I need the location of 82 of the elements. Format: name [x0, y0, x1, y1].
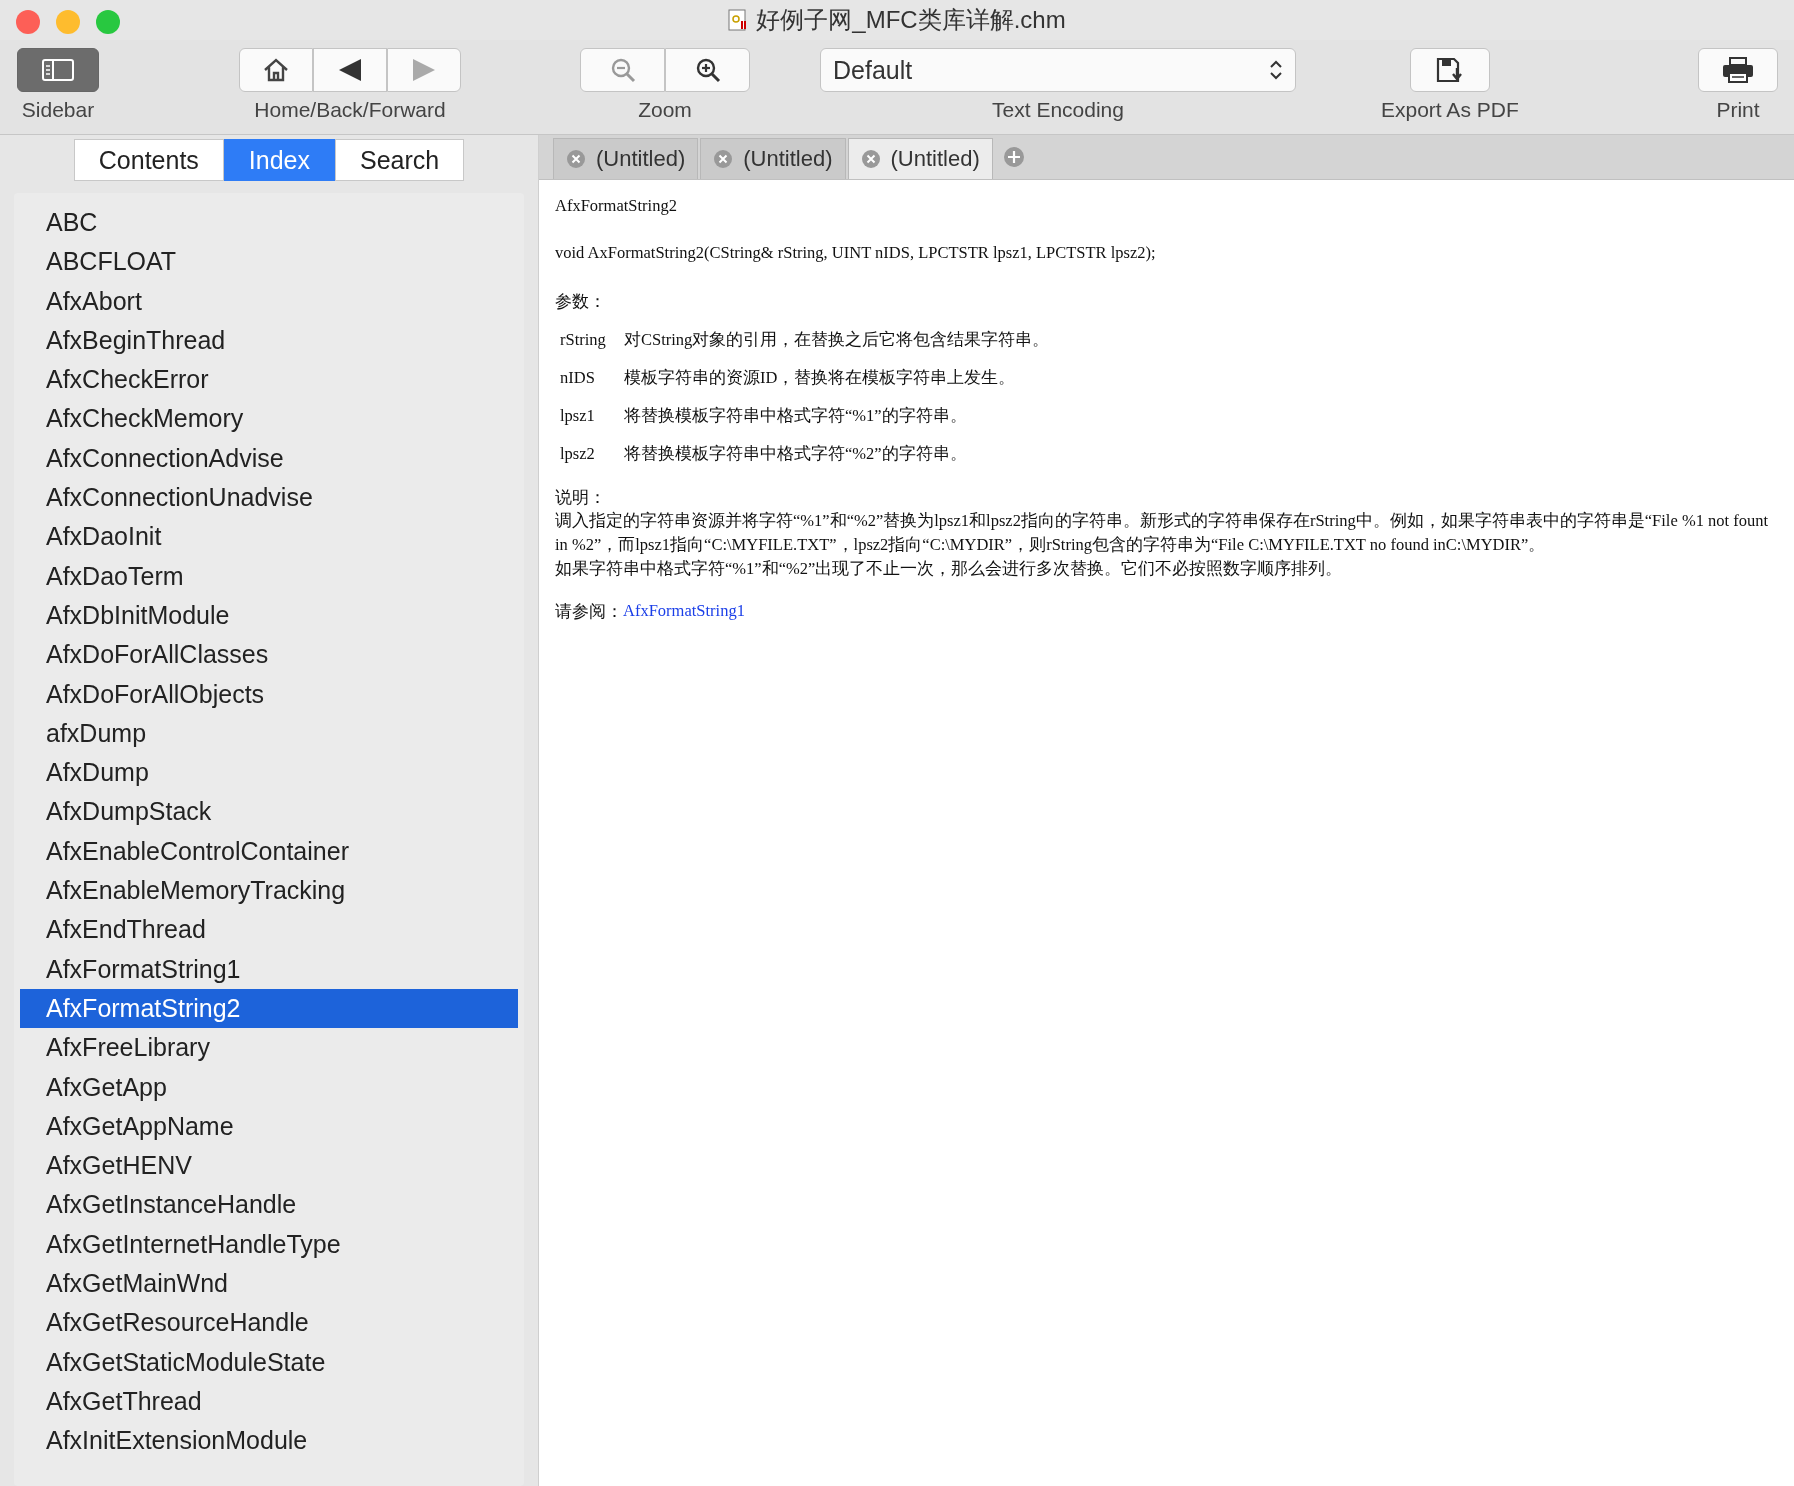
document-tab[interactable]: (Untitled)	[847, 138, 993, 179]
index-item[interactable]: AfxGetAppName	[20, 1106, 518, 1147]
index-item[interactable]: AfxGetApp	[20, 1067, 518, 1107]
index-item[interactable]: AfxCheckError	[20, 360, 518, 400]
parameter-description: 对CString对象的引用，在替换之后它将包含结果字符串。	[624, 329, 1050, 351]
print-button[interactable]	[1698, 48, 1778, 92]
index-item[interactable]: AfxDaoInit	[20, 517, 518, 557]
index-item[interactable]: AfxDoForAllObjects	[20, 674, 518, 714]
index-item[interactable]: afxDump	[20, 713, 518, 754]
index-item[interactable]: AfxEndThread	[20, 910, 518, 950]
index-item[interactable]: AfxGetStaticModuleState	[20, 1342, 518, 1382]
index-item[interactable]: AfxCheckMemory	[20, 399, 518, 439]
index-item[interactable]: AfxGetInstanceHandle	[20, 1185, 518, 1225]
sidebar-tab[interactable]: Contents	[73, 139, 224, 181]
right-triangle-icon	[411, 57, 437, 83]
see-also-label: 请参阅：	[555, 601, 623, 623]
index-item[interactable]: AfxFormatString2	[20, 988, 518, 1029]
export-pdf-button[interactable]	[1409, 48, 1490, 92]
window-title: 好例子网_MFC类库详解.chm	[756, 5, 1066, 35]
index-item[interactable]: AfxEnableMemoryTracking	[20, 871, 518, 911]
index-item[interactable]: AfxInitExtensionModule	[20, 1421, 518, 1461]
floppy-down-arrow-icon	[1434, 56, 1465, 84]
document-tab[interactable]: (Untitled)	[553, 138, 699, 179]
text-encoding-dropdown[interactable]: Default	[820, 48, 1296, 92]
printer-icon	[1721, 56, 1755, 84]
close-icon[interactable]	[860, 149, 881, 169]
see-also-link[interactable]: AfxFormatString1	[623, 601, 745, 623]
index-item[interactable]: AfxGetInternetHandleType	[20, 1224, 518, 1264]
parameter-name: rString	[560, 330, 607, 350]
parameter-description: 将替换模板字符串中格式字符“%1”的字符串。	[624, 405, 967, 427]
index-item[interactable]: AfxEnableControlContainer	[20, 831, 518, 872]
index-item[interactable]: AfxFormatString1	[20, 949, 518, 989]
toolbar-label: Export As PDF	[1381, 98, 1519, 122]
document-tab[interactable]: (Untitled)	[700, 138, 846, 179]
sidebar-toggle-button[interactable]	[17, 48, 99, 92]
close-icon[interactable]	[713, 149, 734, 169]
parameter-name: lpsz2	[560, 444, 596, 464]
home-button[interactable]	[239, 48, 313, 92]
index-item[interactable]: AfxGetHENV	[20, 1146, 518, 1186]
parameter-description: 将替换模板字符串中格式字符“%2”的字符串。	[624, 443, 967, 465]
section-title: 参数：	[555, 291, 607, 313]
parameter-description: 模板字符串的资源ID，替换将在模板字符串上发生。	[624, 367, 1016, 389]
zoom-window-button[interactable]	[96, 10, 120, 34]
toolbar-label: Sidebar	[21, 98, 95, 122]
index-item[interactable]: AfxDump	[20, 753, 518, 793]
up-down-chevron-icon	[1269, 59, 1283, 81]
index-item[interactable]: AfxBeginThread	[20, 320, 518, 361]
add-tab-icon[interactable]	[1002, 146, 1025, 168]
zoom-in-button[interactable]	[665, 48, 750, 92]
index-item[interactable]: AfxDumpStack	[20, 792, 518, 832]
index-item[interactable]: AfxFreeLibrary	[20, 1028, 518, 1068]
index-item[interactable]: ABCFLOAT	[20, 242, 518, 282]
remarks-paragraph: 调入指定的字符串资源并将字符“%1”和“%2”替换为lpsz1和lpsz2指向的字符串。新形式的字符串保存在rString中。例如，如果字符串表中的字符串是“File %1 not fount in %2”，而lpsz1指向“C:\MYFILE.TXT”，lpsz2指向“C:\MYDIR”，则rString包含的字符串为“File C:\MYFILE.TXT no found inC:\MYDIR”。	[555, 510, 1770, 556]
index-item[interactable]: ABC	[20, 203, 518, 243]
parameter-name: nIDS	[560, 368, 596, 388]
sidebar-icon	[41, 58, 75, 82]
index-item[interactable]: AfxDbInitModule	[20, 595, 518, 636]
toolbar-label: Zoom	[638, 98, 692, 122]
remarks-paragraph: 如果字符串中格式字符“%1”和“%2”出现了不止一次，那么会进行多次替换。它们不必按照数字顺序排列。	[555, 558, 1344, 580]
house-icon	[262, 57, 290, 83]
index-item[interactable]: AfxDaoTerm	[20, 556, 518, 596]
close-window-button[interactable]	[16, 10, 40, 34]
sidebar-tab[interactable]: Search	[335, 139, 465, 181]
index-item[interactable]: AfxAbort	[20, 281, 518, 321]
topic-heading: AfxFormatString2	[555, 196, 678, 216]
index-item[interactable]: AfxGetMainWnd	[20, 1264, 518, 1304]
parameter-name: lpsz1	[560, 406, 596, 426]
close-icon[interactable]	[566, 149, 586, 169]
back-button[interactable]	[313, 48, 387, 92]
left-triangle-icon	[337, 57, 363, 83]
sidebar-tab[interactable]: Index	[223, 139, 335, 181]
toolbar-label: Text Encoding	[992, 98, 1124, 122]
index-item[interactable]: AfxConnectionUnadvise	[20, 478, 518, 518]
index-item[interactable]: AfxGetResourceHandle	[20, 1303, 518, 1343]
section-title: 说明：	[555, 487, 607, 509]
index-item[interactable]: AfxDoForAllClasses	[20, 635, 518, 675]
index-item[interactable]: AfxGetThread	[20, 1381, 518, 1422]
document-icon	[728, 9, 749, 31]
toolbar-label: Print	[1716, 98, 1760, 122]
function-signature: void AxFormatString2(CString& rString, UINT nIDS, LPCTSTR lpsz1, LPCTSTR lpsz2);	[555, 243, 1157, 263]
index-item[interactable]: AfxConnectionAdvise	[20, 438, 518, 479]
toolbar-label: Home/Back/Forward	[254, 98, 446, 122]
